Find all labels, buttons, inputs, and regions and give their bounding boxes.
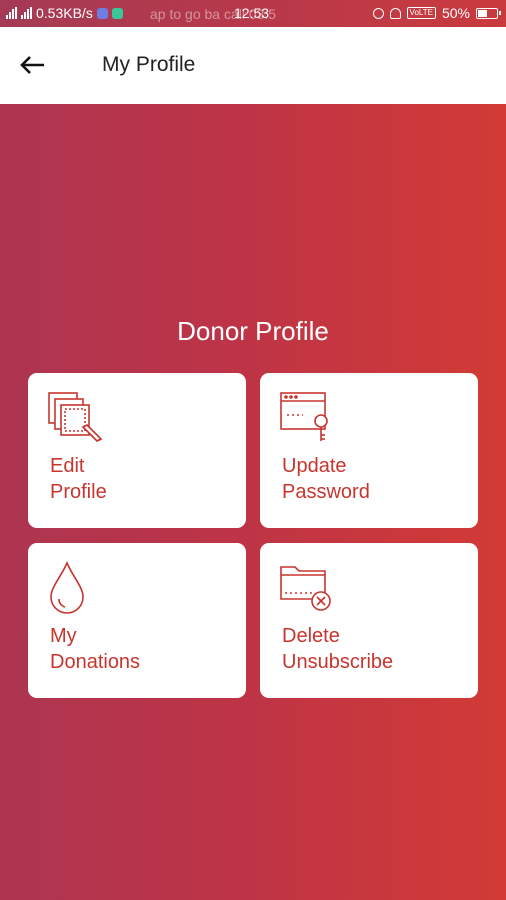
back-arrow-icon — [20, 56, 44, 74]
password-window-key-icon — [280, 392, 328, 441]
edit-profile-card[interactable]: Edit Profile — [28, 373, 246, 528]
main-content: Donor Profile Edit Profile Update Passwo… — [0, 104, 506, 900]
page-title: My Profile — [102, 53, 196, 76]
card-label: Update Password — [282, 453, 370, 505]
label-line-1: Update — [282, 455, 347, 477]
status-time: 12:53 — [234, 5, 270, 21]
section-title: Donor Profile — [177, 316, 329, 346]
signal-icon — [6, 7, 17, 19]
volte-badge: VoLTE — [406, 7, 436, 19]
network-speed: 0.53KB/s — [36, 5, 93, 21]
label-line-1: Edit — [50, 455, 85, 477]
label-line-1: My — [50, 625, 77, 647]
label-line-2: Donations — [50, 651, 141, 673]
status-left: 0.53KB/s — [6, 5, 123, 21]
delete-unsubscribe-card[interactable]: Delete Unsubscribe — [260, 543, 478, 698]
status-right: VoLTE 50% — [372, 5, 501, 21]
alarm-icon — [389, 7, 401, 19]
label-line-2: Unsubscribe — [282, 651, 394, 673]
signal-icon-2 — [21, 7, 32, 19]
battery-percent: 50% — [441, 5, 470, 21]
battery-icon — [476, 7, 501, 19]
blood-drop-icon — [50, 561, 84, 614]
edit-pages-icon — [48, 392, 103, 442]
call-notification-icon — [111, 7, 123, 19]
headset-icon — [372, 7, 384, 19]
app-bar: My Profile — [0, 27, 506, 104]
folder-delete-icon — [280, 566, 331, 611]
update-password-card[interactable]: Update Password — [260, 373, 478, 528]
status-bar: 0.53KB/s ap to go ba call 03:5 12:53 VoL… — [0, 0, 506, 27]
label-line-2: Profile — [50, 481, 107, 503]
back-button[interactable] — [18, 49, 58, 81]
card-label: Delete Unsubscribe — [282, 623, 393, 675]
label-line-2: Password — [282, 481, 370, 503]
label-line-1: Delete — [282, 625, 340, 647]
card-label: My Donations — [50, 623, 140, 675]
card-label: Edit Profile — [50, 453, 107, 505]
app-notification-icon — [96, 7, 108, 19]
my-donations-card[interactable]: My Donations — [28, 543, 246, 698]
